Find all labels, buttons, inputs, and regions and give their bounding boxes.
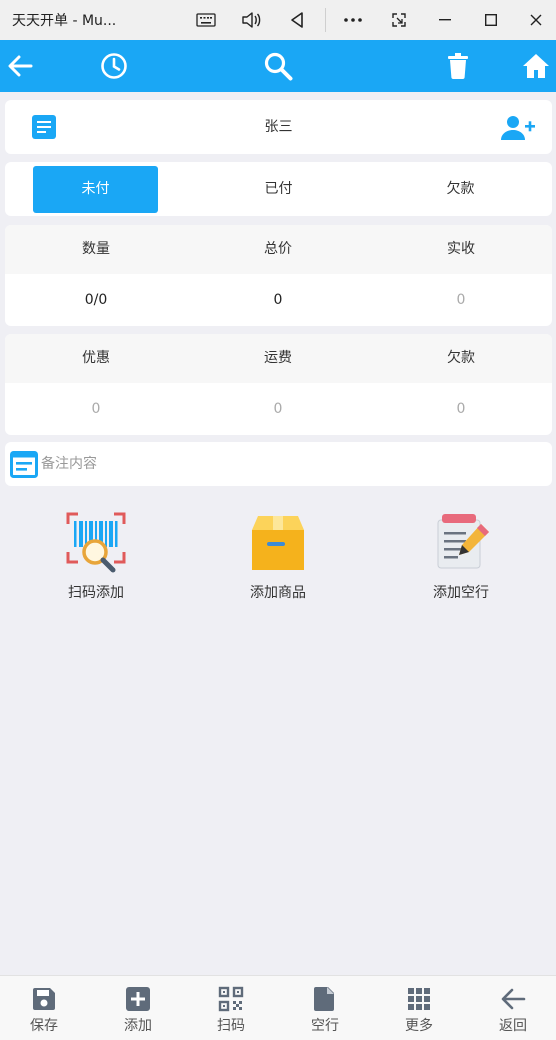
nav-blank-row-label: 空行 — [311, 1018, 339, 1034]
label-freight: 运费 — [264, 350, 292, 366]
value-owed-input[interactable]: 0 — [370, 383, 552, 435]
nav-scan[interactable]: 扫码 — [185, 976, 277, 1040]
bottom-navigation: 保存 添加 扫码 空行 更多 返回 — [0, 975, 556, 1040]
label-received: 实收 — [447, 241, 475, 257]
value-quantity: 0/0 — [84, 292, 108, 308]
label-quantity: 数量 — [82, 241, 110, 257]
scan-add-label: 扫码添加 — [68, 585, 124, 601]
add-blank-row-button[interactable]: 添加空行 — [370, 510, 552, 602]
product-box-icon — [247, 510, 309, 574]
nav-add[interactable]: 添加 — [92, 976, 184, 1040]
home-icon[interactable] — [510, 40, 556, 92]
nav-scan-label: 扫码 — [217, 1018, 245, 1034]
value-discount-input[interactable]: 0 — [5, 383, 187, 435]
note-field[interactable]: 备注内容 — [5, 442, 552, 486]
nav-add-label: 添加 — [124, 1018, 152, 1034]
back-arrow-icon[interactable] — [0, 40, 46, 92]
nav-more[interactable]: 更多 — [373, 976, 465, 1040]
window-titlebar: 天天开单 - Mu... — [0, 0, 556, 40]
history-clock-icon[interactable] — [88, 40, 140, 92]
nav-save[interactable]: 保存 — [0, 976, 90, 1040]
more-dots-icon[interactable] — [331, 0, 375, 40]
minimize-icon[interactable] — [423, 0, 467, 40]
maximize-icon[interactable] — [469, 0, 513, 40]
grid-more-icon — [408, 988, 430, 1010]
add-person-icon[interactable] — [501, 115, 535, 141]
qr-code-icon — [218, 986, 244, 1012]
value-total-price: 0 — [273, 292, 283, 308]
nav-more-label: 更多 — [405, 1018, 433, 1034]
back-arrow-icon — [501, 988, 526, 1010]
add-square-icon — [126, 987, 150, 1011]
search-icon[interactable] — [252, 40, 304, 92]
nav-back[interactable]: 返回 — [467, 976, 556, 1040]
keyboard-icon[interactable] — [184, 0, 228, 40]
payment-status-tabs: 未付 已付 欠款 — [5, 162, 552, 216]
notepad-pencil-icon — [430, 510, 492, 574]
label-discount: 优惠 — [82, 350, 110, 366]
window-title: 天天开单 - Mu... — [12, 13, 117, 29]
label-owed: 欠款 — [447, 350, 475, 366]
value-freight-input[interactable]: 0 — [187, 383, 369, 435]
close-icon[interactable] — [514, 0, 556, 40]
titlebar-divider — [325, 8, 326, 32]
note-placeholder: 备注内容 — [41, 456, 97, 472]
document-icon — [314, 987, 334, 1011]
nav-back-triangle-icon[interactable] — [275, 0, 319, 40]
add-product-label: 添加商品 — [250, 585, 306, 601]
trash-icon[interactable] — [432, 40, 484, 92]
barcode-scan-icon — [65, 510, 127, 574]
scan-add-button[interactable]: 扫码添加 — [5, 510, 187, 602]
volume-icon[interactable] — [229, 0, 273, 40]
summary-quantity-total: 数量 总价 实收 0/0 0 0 — [5, 225, 552, 326]
add-product-button[interactable]: 添加商品 — [187, 510, 369, 602]
nav-blank-row[interactable]: 空行 — [279, 976, 371, 1040]
tab-owed[interactable]: 欠款 — [398, 166, 523, 213]
customer-card[interactable]: 张三 — [5, 100, 552, 154]
value-received-input[interactable]: 0 — [370, 274, 552, 326]
tab-unpaid[interactable]: 未付 — [33, 166, 158, 213]
nav-back-label: 返回 — [499, 1018, 527, 1034]
note-icon — [10, 451, 38, 478]
save-icon — [33, 988, 55, 1010]
screenshot-icon[interactable] — [377, 0, 421, 40]
add-blank-row-label: 添加空行 — [433, 585, 489, 601]
summary-discount-freight: 优惠 运费 欠款 0 0 0 — [5, 334, 552, 435]
tab-paid[interactable]: 已付 — [216, 166, 341, 213]
nav-save-label: 保存 — [30, 1018, 58, 1034]
customer-name: 张三 — [264, 119, 293, 135]
label-total-price: 总价 — [264, 241, 292, 257]
app-toolbar — [0, 40, 556, 92]
